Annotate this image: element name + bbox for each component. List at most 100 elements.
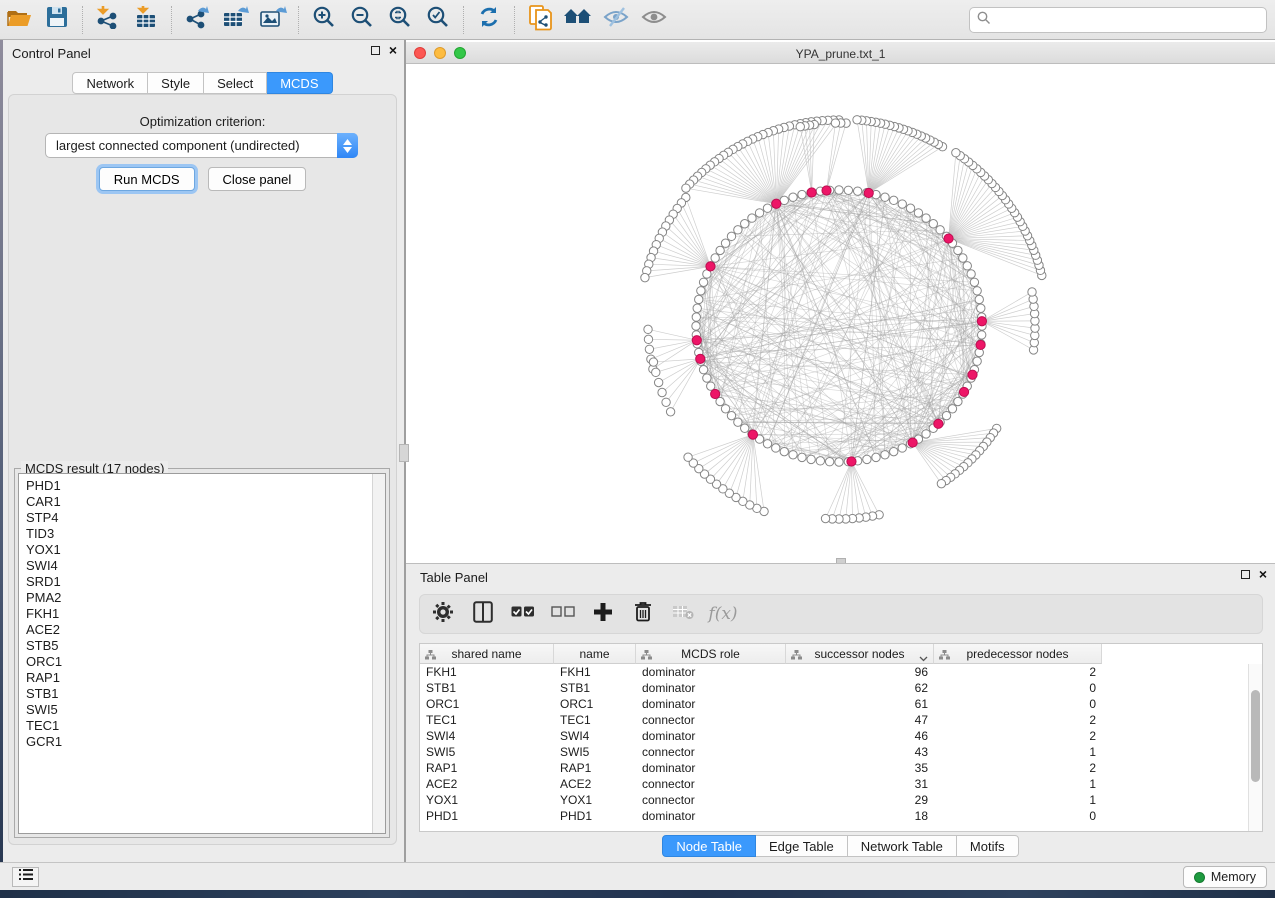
add-column-button[interactable] (588, 599, 618, 629)
network-node[interactable] (699, 366, 707, 374)
network-node[interactable] (975, 295, 983, 303)
network-node[interactable] (695, 295, 703, 303)
float-panel-icon[interactable] (371, 46, 380, 55)
result-node-item[interactable]: STB5 (26, 638, 385, 654)
network-node[interactable] (748, 214, 756, 222)
network-node[interactable] (796, 123, 804, 131)
network-node[interactable] (959, 254, 967, 262)
tab-node-table[interactable]: Node Table (662, 835, 756, 857)
network-node[interactable] (890, 447, 898, 455)
export-network-button[interactable] (178, 3, 216, 37)
zoom-out-button[interactable] (343, 3, 381, 37)
network-node[interactable] (763, 204, 771, 212)
tab-motifs[interactable]: Motifs (957, 835, 1019, 857)
network-node[interactable] (872, 453, 880, 461)
tab-network[interactable]: Network (72, 72, 148, 94)
network-node[interactable] (734, 418, 742, 426)
mcds-network-node[interactable] (711, 389, 720, 398)
network-node[interactable] (807, 455, 815, 463)
network-node[interactable] (641, 273, 649, 281)
network-node[interactable] (654, 378, 662, 386)
network-node[interactable] (652, 368, 660, 376)
close-panel-icon[interactable]: × (389, 45, 397, 56)
network-node[interactable] (721, 239, 729, 247)
mcds-network-node[interactable] (692, 336, 701, 345)
network-node[interactable] (890, 196, 898, 204)
mcds-network-node[interactable] (864, 188, 873, 197)
mcds-network-node[interactable] (934, 419, 943, 428)
network-node[interactable] (954, 246, 962, 254)
result-scrollbar[interactable] (372, 474, 385, 833)
table-row[interactable]: ACE2ACE2connector311 (420, 776, 1248, 792)
network-node[interactable] (967, 270, 975, 278)
network-node[interactable] (727, 232, 735, 240)
network-node[interactable] (1028, 288, 1036, 296)
table-row[interactable]: YOX1YOX1connector291 (420, 792, 1248, 808)
open-file-button[interactable] (0, 3, 38, 37)
result-node-item[interactable]: FKH1 (26, 606, 385, 622)
result-node-item[interactable]: ACE2 (26, 622, 385, 638)
network-node[interactable] (734, 226, 742, 234)
network-node[interactable] (684, 453, 692, 461)
select-all-button[interactable] (508, 599, 538, 629)
task-history-button[interactable] (12, 867, 39, 887)
table-row[interactable]: PHD1PHD1dominator180 (420, 808, 1248, 824)
zoom-fit-button[interactable] (381, 3, 419, 37)
network-node[interactable] (741, 220, 749, 228)
network-node[interactable] (973, 357, 981, 365)
mcds-network-node[interactable] (959, 387, 968, 396)
tab-style[interactable]: Style (148, 72, 204, 94)
table-row[interactable]: FKH1FKH1dominator962 (420, 664, 1248, 680)
export-image-button[interactable] (254, 3, 292, 37)
network-node[interactable] (977, 331, 985, 339)
network-node[interactable] (963, 262, 971, 270)
network-node[interactable] (780, 447, 788, 455)
network-node[interactable] (682, 184, 690, 192)
network-node[interactable] (692, 322, 700, 330)
network-node[interactable] (942, 411, 950, 419)
chevron-down-icon[interactable] (919, 651, 928, 665)
network-node[interactable] (973, 287, 981, 295)
zoom-selected-button[interactable] (419, 3, 457, 37)
network-node[interactable] (952, 149, 960, 157)
network-node[interactable] (741, 424, 749, 432)
result-node-item[interactable]: STB1 (26, 686, 385, 702)
tab-edge-table[interactable]: Edge Table (756, 835, 848, 857)
result-node-item[interactable]: YOX1 (26, 542, 385, 558)
mcds-network-node[interactable] (748, 430, 757, 439)
show-all-button[interactable] (635, 3, 673, 37)
mcds-network-node[interactable] (822, 186, 831, 195)
network-node[interactable] (789, 451, 797, 459)
network-node[interactable] (699, 278, 707, 286)
export-table-button[interactable] (216, 3, 254, 37)
split-columns-button[interactable] (468, 599, 498, 629)
network-node[interactable] (772, 444, 780, 452)
network-node[interactable] (711, 254, 719, 262)
column-header-successor-nodes[interactable]: successor nodes (786, 644, 934, 664)
mcds-network-node[interactable] (968, 370, 977, 379)
splitter-handle[interactable] (399, 444, 409, 462)
network-node[interactable] (936, 226, 944, 234)
result-node-item[interactable]: TEC1 (26, 718, 385, 734)
network-node[interactable] (666, 408, 674, 416)
table-row[interactable]: ORC1ORC1dominator610 (420, 696, 1248, 712)
network-node[interactable] (881, 451, 889, 459)
network-canvas[interactable] (406, 65, 1275, 563)
network-node[interactable] (821, 514, 829, 522)
network-node[interactable] (649, 358, 657, 366)
mcds-network-node[interactable] (807, 188, 816, 197)
result-node-item[interactable]: RAP1 (26, 670, 385, 686)
delete-table-button[interactable] (668, 599, 698, 629)
result-node-item[interactable]: TID3 (26, 526, 385, 542)
search-box[interactable] (969, 7, 1267, 33)
column-header-name[interactable]: name (554, 644, 636, 664)
table-scrollbar[interactable] (1248, 664, 1262, 831)
result-node-item[interactable]: SWI4 (26, 558, 385, 574)
table-row[interactable]: RAP1RAP1dominator352 (420, 760, 1248, 776)
zoom-in-button[interactable] (305, 3, 343, 37)
network-node[interactable] (798, 190, 806, 198)
network-node[interactable] (853, 116, 861, 124)
table-scroll-thumb[interactable] (1251, 690, 1260, 782)
network-node[interactable] (922, 430, 930, 438)
network-titlebar[interactable]: YPA_prune.txt_1 (406, 42, 1275, 64)
